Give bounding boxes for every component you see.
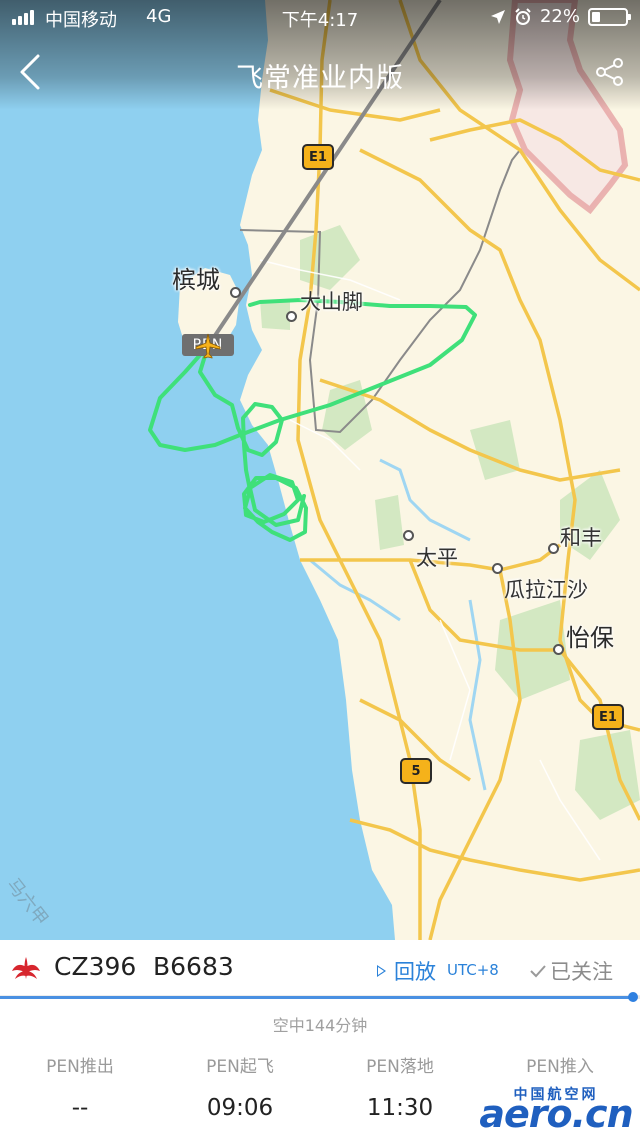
progress-knob[interactable] (628, 992, 638, 1002)
flight-map[interactable]: 槟城 大山脚 太平 瓜拉江沙 和丰 怡保 E1 E1 5 PEN 马六甲 (0, 0, 640, 940)
event-value: -- (71, 1095, 89, 1121)
watermark-en: aero.cn (479, 1092, 633, 1136)
checkmark-icon (530, 965, 546, 978)
city-dot-sungai-petani (286, 311, 297, 322)
road-shield-e1-south: E1 (592, 704, 624, 730)
timezone-label[interactable]: UTC+8 (447, 961, 499, 979)
flight-number: CZ396 (54, 952, 137, 981)
event-value: 09:06 (206, 1095, 274, 1121)
city-label-hefeng: 和丰 (560, 526, 602, 550)
watermark-logo: 中国航空网 aero.cn (478, 1084, 634, 1136)
air-time: 空中144分钟 (272, 1016, 368, 1035)
city-dot-kuala-kangsar (492, 563, 503, 574)
play-icon (377, 965, 386, 977)
event-pushback: PEN推出 -- (0, 1052, 160, 1121)
city-label-taiping: 太平 (416, 546, 458, 570)
location-arrow-icon (490, 9, 505, 24)
aircraft-registration: B6683 (153, 952, 234, 981)
city-dot-penang (230, 287, 241, 298)
event-label: PEN推出 (46, 1057, 114, 1077)
city-label-penang: 槟城 (172, 266, 220, 294)
road-shield-e1-north: E1 (302, 144, 334, 170)
road-shield-5: 5 (400, 758, 432, 784)
battery-icon (588, 7, 631, 26)
event-label: PEN起飞 (206, 1057, 274, 1077)
map-canvas[interactable] (0, 0, 640, 940)
app-root: 槟城 大山脚 太平 瓜拉江沙 和丰 怡保 E1 E1 5 PEN 马六甲 中国移… (0, 0, 640, 1136)
city-label-ipoh: 怡保 (566, 624, 614, 652)
replay-button[interactable]: 回放 (377, 956, 436, 986)
airline-logo-icon (12, 957, 40, 979)
event-label: PEN落地 (366, 1057, 434, 1077)
battery-percent: 22% (539, 6, 580, 27)
follow-label: 已关注 (550, 960, 613, 984)
city-dot-ipoh (553, 644, 564, 655)
flight-progress-bar[interactable] (0, 992, 640, 1002)
city-label-sungai-petani: 大山脚 (300, 290, 363, 314)
alarm-clock-icon (515, 7, 531, 25)
follow-button[interactable]: 已关注 (530, 956, 613, 986)
event-value: 11:30 (366, 1095, 434, 1121)
flight-header: CZ396 B6683 回放 UTC+8 已关注 (0, 940, 640, 996)
share-button[interactable] (594, 56, 626, 88)
airplane-icon[interactable] (194, 332, 222, 360)
city-dot-taiping (403, 530, 414, 541)
event-label: PEN推入 (526, 1057, 594, 1077)
nav-bar: 飞常准业内版 (0, 40, 640, 104)
city-label-kuala-kangsar: 瓜拉江沙 (504, 578, 588, 602)
page-title: 飞常准业内版 (236, 63, 404, 94)
event-takeoff: PEN起飞 09:06 (160, 1052, 320, 1121)
event-landing: PEN落地 11:30 (320, 1052, 480, 1121)
status-bar: 中国移动 4G 下午4:17 22% (0, 0, 640, 36)
replay-label: 回放 (394, 960, 436, 984)
city-dot-hefeng (548, 543, 559, 554)
progress-fill (0, 996, 634, 999)
